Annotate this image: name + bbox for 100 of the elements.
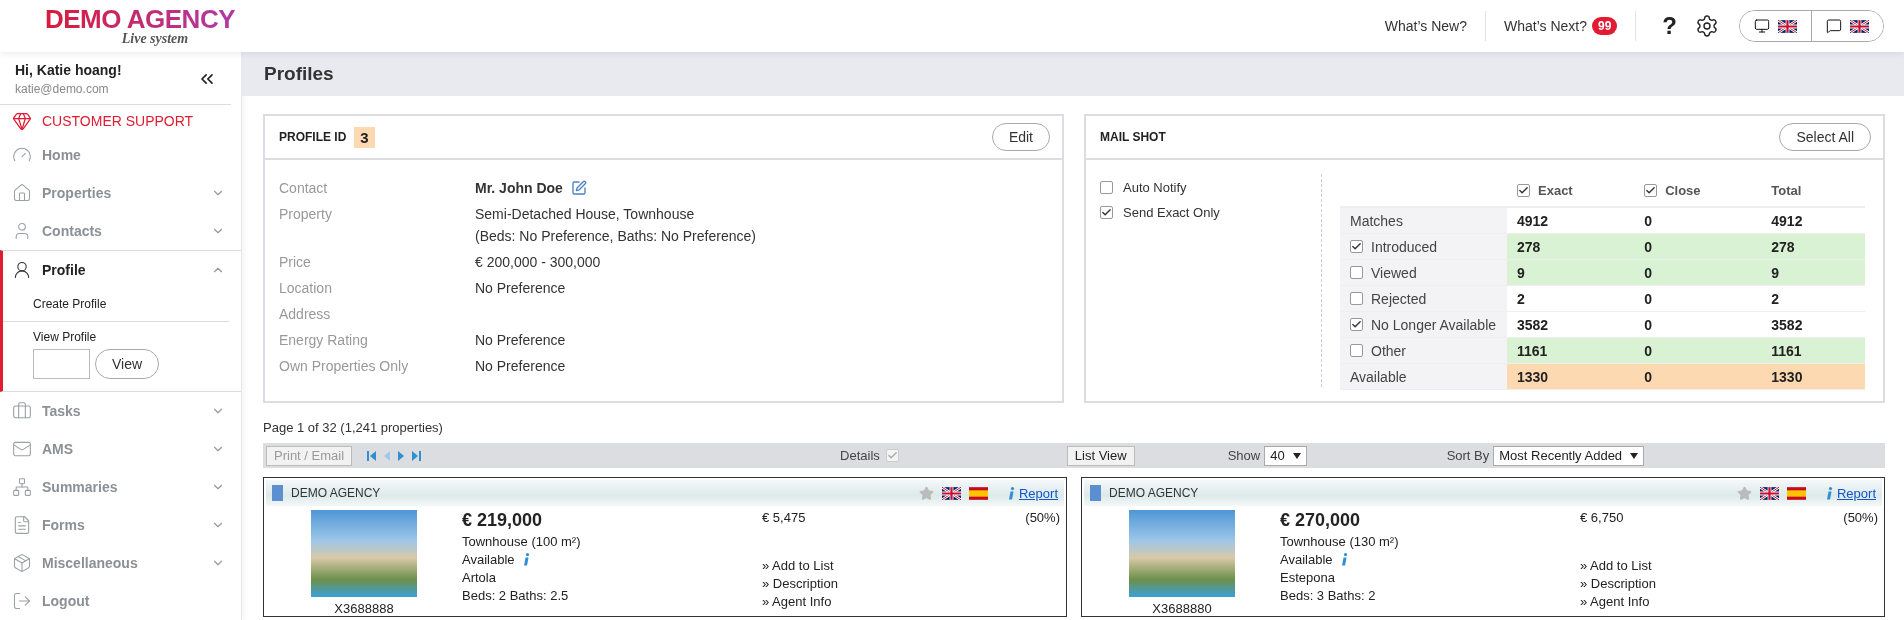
user-icon (12, 260, 32, 280)
sort-label: Sort By (1446, 448, 1490, 463)
user-greeting: Hi, Katie hoang! (15, 62, 122, 78)
monitor-icon (1754, 18, 1770, 34)
checkbox[interactable] (1100, 181, 1113, 194)
uk-flag-icon[interactable] (1850, 19, 1869, 33)
edit-icon[interactable] (570, 180, 587, 196)
box-icon (12, 553, 32, 573)
checkbox[interactable] (1644, 183, 1658, 197)
uk-flag-icon[interactable] (941, 486, 961, 500)
dropdown-caret-icon[interactable] (1292, 452, 1301, 459)
row-label: Viewed (1371, 264, 1417, 281)
field-value: (Beds: No Preference, Baths: No Preference) (475, 228, 757, 244)
uk-flag-icon[interactable] (1778, 19, 1797, 33)
sort-select[interactable]: Most Recently Added (1493, 445, 1645, 466)
table-cell: 278 (1771, 238, 1795, 255)
table-cell: 0 (1644, 342, 1652, 359)
field-label: Price (279, 254, 312, 270)
field-value: No Preference (475, 280, 567, 296)
settings-icon[interactable] (1695, 14, 1719, 38)
help-button[interactable]: ? (1662, 12, 1677, 40)
spain-flag-icon[interactable] (968, 486, 988, 500)
photo-placeholder[interactable] (1129, 510, 1235, 597)
submenu-item[interactable]: Create Profile (3, 289, 229, 321)
table-cell: 9 (1771, 264, 1780, 281)
card-title: PROFILE ID (279, 130, 347, 144)
profile-id-input[interactable] (33, 349, 90, 379)
property-rooms: Beds: 2 Baths: 2.5 (462, 588, 570, 603)
star-icon[interactable] (918, 485, 934, 501)
customer-support-link[interactable]: CUSTOMER SUPPORT (0, 105, 241, 136)
field-label: Address (279, 306, 332, 322)
checkbox[interactable] (1350, 292, 1363, 305)
field-value: No Preference (475, 358, 567, 374)
report-link[interactable]: Report (1825, 485, 1876, 501)
report-link[interactable]: Report (1007, 485, 1058, 501)
column-header: Total (1771, 182, 1802, 198)
row-label: Available (1350, 368, 1407, 385)
view-button[interactable]: View (95, 349, 160, 379)
property-price: € 219,000 (462, 510, 544, 531)
dropdown-caret-icon[interactable] (1630, 452, 1639, 459)
property-type: Townhouse (130 m²) (1280, 534, 1400, 549)
agency-name: DEMO AGENCY (291, 486, 382, 500)
edit-button[interactable]: Edit (991, 123, 1050, 151)
commission-amount: € 5,475 (762, 510, 807, 525)
action-link[interactable]: » Agent Info (762, 594, 1026, 609)
property-reference: X3688880 (1152, 601, 1212, 616)
sidebar-item[interactable]: Profile (3, 251, 241, 289)
property-location: Artola (462, 570, 497, 585)
info-icon[interactable] (522, 553, 530, 566)
message-icon (1826, 18, 1842, 34)
last-page-icon[interactable] (411, 449, 423, 462)
property-price: € 270,000 (1280, 510, 1362, 531)
row-label: Other (1371, 342, 1406, 359)
uk-flag-icon[interactable] (1759, 486, 1779, 500)
message-language-button[interactable] (1811, 11, 1883, 41)
table-cell: 0 (1644, 212, 1652, 229)
spain-flag-icon[interactable] (1786, 486, 1806, 500)
field-label: Location (279, 280, 333, 296)
list-view-button[interactable]: List View (1066, 445, 1135, 466)
column-header: Close (1665, 182, 1701, 198)
property-reference: X3688888 (334, 601, 394, 616)
action-link[interactable]: » Agent Info (1580, 594, 1844, 609)
commission-share: (50%) (1025, 510, 1060, 527)
table-cell: 4912 (1517, 212, 1549, 229)
agency-name: DEMO AGENCY (1109, 486, 1200, 500)
info-icon[interactable] (1007, 486, 1015, 500)
property-type: Townhouse (100 m²) (462, 534, 582, 549)
table-cell: 2 (1517, 290, 1525, 307)
show-label: Show (1227, 448, 1261, 463)
page-title: Profiles (242, 52, 1904, 96)
info-icon[interactable] (1340, 553, 1348, 566)
document-icon (12, 515, 32, 535)
row-label: Introduced (1371, 238, 1438, 255)
checkbox[interactable] (1100, 206, 1113, 219)
property-status: Available (462, 552, 515, 567)
photo-placeholder[interactable] (311, 510, 417, 597)
field-value: Semi-Detached House, Townhouse (475, 206, 696, 222)
star-icon[interactable] (1736, 485, 1752, 501)
action-link[interactable]: » Add to List (1580, 558, 1844, 573)
table-cell: 9 (1517, 264, 1525, 281)
info-icon[interactable] (1825, 486, 1833, 500)
checkbox[interactable] (1350, 318, 1363, 331)
header-link[interactable]: What’s Next? 99 (1485, 11, 1637, 41)
header-link[interactable]: What’s New? (1366, 11, 1486, 41)
action-link[interactable]: » Description (1580, 576, 1844, 591)
field-label: View Profile (33, 330, 98, 344)
checkbox[interactable] (1350, 344, 1363, 357)
select-all-button[interactable]: Select All (1779, 123, 1871, 151)
table-cell: 4912 (1771, 212, 1803, 229)
checkbox[interactable] (1517, 183, 1530, 197)
logout-icon (12, 591, 32, 611)
page-size-select[interactable]: 40 (1264, 445, 1307, 466)
checkbox[interactable] (1350, 240, 1363, 253)
action-link[interactable]: » Add to List (762, 558, 1026, 573)
first-page-icon[interactable] (366, 449, 378, 462)
field-label: Property (279, 206, 333, 224)
table-cell: 1330 (1771, 368, 1803, 385)
action-link[interactable]: » Description (762, 576, 1026, 591)
agency-marker-icon (272, 485, 283, 501)
checkbox[interactable] (1350, 266, 1363, 279)
